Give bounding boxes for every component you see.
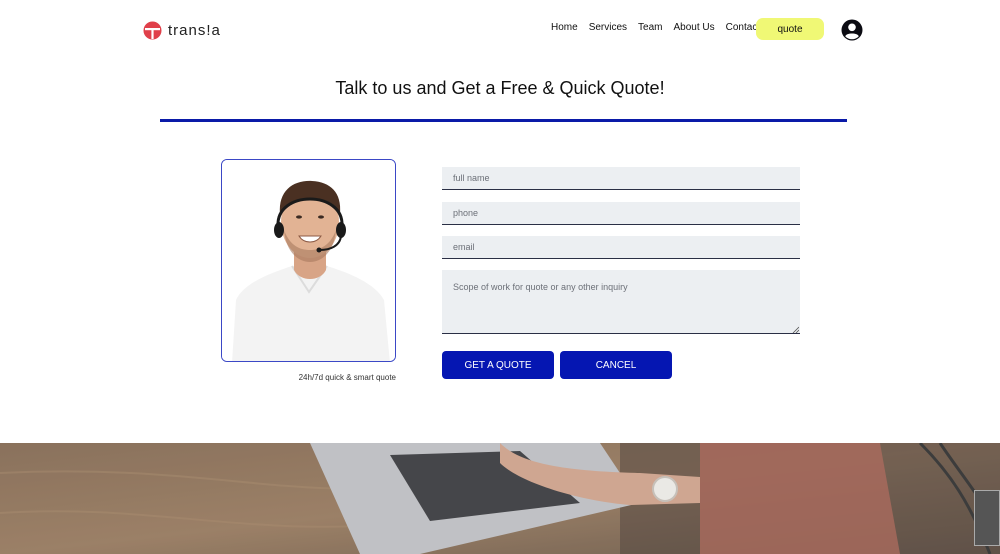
photo-caption: 24h/7d quick & smart quote [298, 373, 396, 382]
user-account-icon[interactable] [841, 19, 863, 41]
full-name-placeholder: full name [453, 173, 490, 183]
support-agent-photo [221, 159, 396, 362]
page-title: Talk to us and Get a Free & Quick Quote! [335, 78, 665, 98]
image-thumbnail[interactable] [974, 490, 1000, 546]
brand-logo[interactable]: trans!a [143, 21, 221, 40]
nav-item-services[interactable]: Services [589, 22, 627, 33]
brand-name: trans!a [168, 22, 221, 39]
phone-input[interactable]: phone [442, 202, 800, 225]
full-name-input[interactable]: full name [442, 167, 800, 190]
scope-of-work-textarea[interactable]: Scope of work for quote or any other inq… [442, 270, 800, 334]
title-divider [160, 119, 847, 122]
brand-logo-icon [143, 21, 162, 40]
resize-grip-icon[interactable] [792, 325, 800, 334]
email-input[interactable]: email [442, 236, 800, 259]
email-placeholder: email [453, 242, 475, 252]
phone-placeholder: phone [453, 208, 479, 218]
get-a-quote-button[interactable]: GET A QUOTE [442, 351, 554, 379]
main-nav: Home Services Team About Us Contact [551, 22, 771, 33]
nav-item-contact[interactable]: Contact [726, 22, 760, 33]
quote-button[interactable]: quote [756, 18, 824, 40]
cancel-button[interactable]: CANCEL [560, 351, 672, 379]
scope-placeholder: Scope of work for quote or any other inq… [453, 282, 628, 292]
nav-item-about-us[interactable]: About Us [674, 22, 715, 33]
hero-laptop-image [0, 443, 1000, 554]
nav-item-team[interactable]: Team [638, 22, 662, 33]
nav-item-home[interactable]: Home [551, 22, 578, 33]
site-header: trans!a Home Services Team About Us Cont… [0, 0, 1000, 60]
